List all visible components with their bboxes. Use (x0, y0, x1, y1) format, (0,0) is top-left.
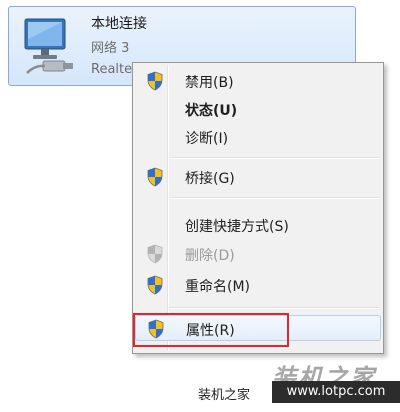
menu-item-delete[interactable]: 删除(D) (135, 241, 381, 267)
menu-item-bridge[interactable]: 桥接(G) (135, 164, 381, 190)
menu-item-label: 状态(U) (185, 103, 238, 119)
watermark-url: www.lotpc.com (272, 381, 400, 403)
context-menu: 禁用(B) 状态(U) 诊断(I) 桥接(G) 创建快捷方式(S) 删除(D) (132, 62, 384, 354)
adapter-name: 本地连接 (91, 16, 147, 32)
menu-separator (169, 197, 379, 199)
uac-shield-icon (147, 244, 163, 264)
uac-shield-icon (147, 71, 163, 91)
menu-separator (169, 157, 379, 159)
menu-item-diagnose[interactable]: 诊断(I) (135, 124, 381, 150)
uac-shield-icon (147, 167, 163, 187)
highlight-annotation-box (133, 313, 289, 347)
menu-item-rename[interactable]: 重命名(M) (135, 272, 381, 298)
menu-item-label: 创建快捷方式(S) (185, 219, 289, 235)
menu-item-disable[interactable]: 禁用(B) (135, 68, 381, 94)
uac-shield-icon (147, 275, 163, 295)
menu-item-label: 重命名(M) (185, 279, 251, 295)
menu-item-label: 诊断(I) (185, 131, 229, 147)
menu-item-label: 删除(D) (185, 248, 235, 264)
menu-item-label: 桥接(G) (185, 171, 235, 187)
menu-item-status[interactable]: 状态(U) (135, 96, 381, 122)
menu-item-create-shortcut[interactable]: 创建快捷方式(S) (135, 212, 381, 238)
adapter-network: 网络 3 (91, 41, 130, 56)
menu-item-label: 禁用(B) (185, 75, 234, 91)
watermark-text: 装机之家 (198, 388, 251, 403)
network-adapter-icon (24, 18, 73, 74)
menu-separator (169, 307, 379, 309)
